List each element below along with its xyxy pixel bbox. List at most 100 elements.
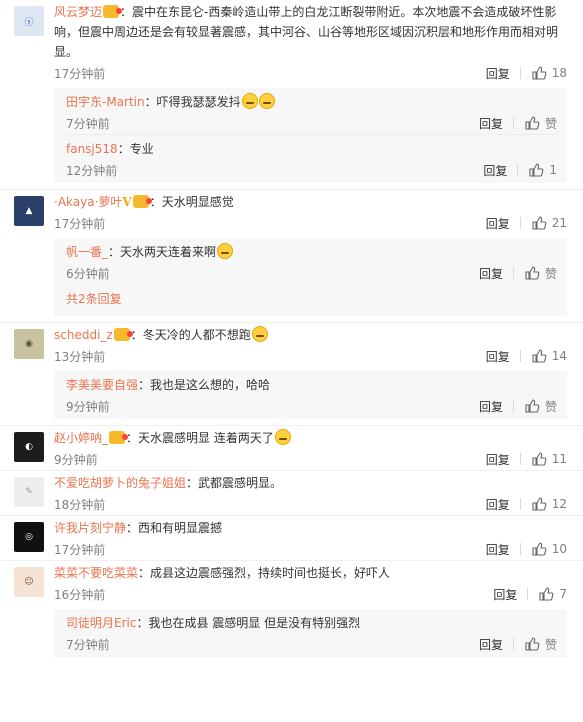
comment-meta: 17分钟前 回复 21 (54, 212, 567, 234)
reply-item: fansj518：专业 12分钟前 回复 1 (66, 134, 557, 181)
like-button[interactable]: 赞 (524, 636, 557, 653)
avatar[interactable]: ▲ (14, 196, 44, 226)
reply-username[interactable]: 李美美要自强 (66, 378, 138, 392)
avatar[interactable]: ☺ (14, 567, 44, 597)
comment-time: 13分钟前 (54, 349, 106, 364)
comment-meta: 17分钟前 回复 10 (54, 538, 567, 560)
like-button[interactable]: 18 (531, 65, 567, 81)
divider (519, 498, 521, 510)
member-badge-icon (103, 5, 123, 18)
reply-button[interactable]: 回复 (479, 265, 503, 282)
like-count: 18 (551, 66, 567, 80)
like-button[interactable]: 7 (538, 586, 567, 602)
like-button[interactable]: 10 (531, 541, 567, 557)
comment-meta: 9分钟前 回复 11 (54, 448, 567, 470)
reply-time: 7分钟前 (66, 637, 110, 652)
like-count: 10 (551, 542, 567, 556)
comment-body: ：冬天冷的人都不想跑 (130, 328, 251, 342)
reply-button[interactable]: 回复 (486, 65, 510, 82)
thumb-up-icon (539, 587, 554, 601)
like-button[interactable]: 赞 (524, 115, 557, 132)
reply-meta: 7分钟前 回复 赞 (66, 112, 557, 134)
avatar[interactable]: ⓢ (14, 6, 44, 36)
like-count: 14 (551, 349, 567, 363)
reply-text-block: 李美美要自强：我也是这么想的，哈哈 (66, 373, 557, 395)
reply-list: 帆一番_：天水两天连着来啊 6分钟前 回复 赞 共2条回复 (54, 238, 567, 316)
reply-text-block: 帆一番_：天水两天连着来啊 (66, 240, 557, 262)
verified-icon: V (122, 195, 132, 209)
reply-text-block: 司徒明月Eric：我也在成县 震感明显 但是没有特别强烈 (66, 611, 557, 633)
reply-username[interactable]: fansj518 (66, 142, 118, 156)
divider (512, 117, 514, 129)
reply-button[interactable]: 回复 (479, 636, 503, 653)
reply-list: 田宇东-Martin：吓得我瑟瑟发抖 7分钟前 回复 赞 fansj518：专业… (54, 88, 567, 183)
reply-button[interactable]: 回复 (483, 162, 507, 179)
comment-actions: 回复 18 (486, 65, 567, 82)
comment-item: ☺ 菜菜不要吃菜菜：成县这边震感强烈，持续时间也挺长，好吓人 16分钟前 回复 … (0, 560, 583, 657)
reply-button[interactable]: 回复 (486, 348, 510, 365)
comment-text-block: 许我片刻宁静：西和有明显震撼 (54, 516, 567, 538)
reply-button[interactable]: 回复 (486, 496, 510, 513)
comment-text-block: 菜菜不要吃菜菜：成县这边震感强烈，持续时间也挺长，好吓人 (54, 561, 567, 583)
like-button[interactable]: 12 (531, 496, 567, 512)
like-button[interactable]: 21 (531, 215, 567, 231)
like-button[interactable]: 14 (531, 348, 567, 364)
thumb-up-icon (532, 542, 547, 556)
reply-item: 司徒明月Eric：我也在成县 震感明显 但是没有特别强烈 7分钟前 回复 赞 (66, 609, 557, 655)
divider (519, 350, 521, 362)
reply-button[interactable]: 回复 (486, 215, 510, 232)
reply-body: ：吓得我瑟瑟发抖 (144, 95, 241, 109)
reply-text-block: fansj518：专业 (66, 137, 557, 159)
comment-username[interactable]: 赵小婷呐_ (54, 431, 108, 445)
comment-item: ◐ 赵小婷呐_ ：天水震感明显 连着两天了 9分钟前 回复 11 (0, 425, 583, 470)
reply-meta: 12分钟前 回复 1 (66, 159, 557, 181)
reply-button[interactable]: 回复 (479, 398, 503, 415)
comment-username[interactable]: 许我片刻宁静 (54, 521, 126, 535)
comment-time: 17分钟前 (54, 542, 106, 557)
reply-list: 李美美要自强：我也是这么想的，哈哈 9分钟前 回复 赞 (54, 371, 567, 419)
reply-item: 帆一番_：天水两天连着来啊 6分钟前 回复 赞 (66, 238, 557, 284)
like-count: 12 (551, 497, 567, 511)
avatar[interactable]: ◉ (14, 329, 44, 359)
comment-actions: 回复 12 (486, 496, 567, 513)
comment-actions: 回复 10 (486, 541, 567, 558)
divider (512, 400, 514, 412)
reply-actions: 回复 赞 (479, 115, 557, 132)
comment-username[interactable]: 风云梦迈 (54, 5, 102, 19)
reply-button[interactable]: 回复 (486, 451, 510, 468)
reply-username[interactable]: 田宇东-Martin (66, 95, 145, 109)
like-button[interactable]: 1 (528, 162, 557, 178)
avatar[interactable]: ◎ (14, 522, 44, 552)
comment-username[interactable]: ·Akaya·萝叶 (54, 195, 122, 209)
reply-button[interactable]: 回复 (486, 541, 510, 558)
like-count: 11 (551, 452, 567, 466)
comment-actions: 回复 7 (493, 586, 567, 603)
like-button[interactable]: 赞 (524, 265, 557, 282)
reply-body: ：我也在成县 震感明显 但是没有特别强烈 (136, 616, 361, 630)
crying-emoji-icon (241, 93, 258, 109)
view-more-replies-link[interactable]: 共2条回复 (66, 284, 557, 314)
comment-text-block: 赵小婷呐_ ：天水震感明显 连着两天了 (54, 426, 567, 448)
avatar[interactable]: ◐ (14, 432, 44, 462)
comment-time: 16分钟前 (54, 587, 106, 602)
thumb-up-icon (532, 66, 547, 80)
cold-emoji-icon (274, 429, 291, 445)
thumb-up-icon (532, 452, 547, 466)
reply-username[interactable]: 司徒明月Eric (66, 616, 136, 630)
comment-item: ◉ scheddi_z ：冬天冷的人都不想跑 13分钟前 回复 14 李美美要自强… (0, 322, 583, 419)
reply-item: 李美美要自强：我也是这么想的，哈哈 9分钟前 回复 赞 (66, 371, 557, 417)
like-button[interactable]: 11 (531, 451, 567, 467)
reply-button[interactable]: 回复 (493, 586, 517, 603)
comment-actions: 回复 11 (486, 451, 567, 468)
avatar[interactable]: ✎ (14, 477, 44, 507)
comment-meta: 18分钟前 回复 12 (54, 493, 567, 515)
reply-button[interactable]: 回复 (479, 115, 503, 132)
comment-username[interactable]: scheddi_z (54, 328, 113, 342)
cold-emoji-icon (251, 326, 268, 342)
reply-meta: 7分钟前 回复 赞 (66, 633, 557, 655)
reply-username[interactable]: 帆一番_ (66, 245, 108, 259)
comment-username[interactable]: 菜菜不要吃菜菜 (54, 566, 138, 580)
comment-username[interactable]: 不爱吃胡萝卜的兔子姐姐 (54, 476, 186, 490)
like-button[interactable]: 赞 (524, 398, 557, 415)
like-label: 赞 (544, 399, 557, 414)
